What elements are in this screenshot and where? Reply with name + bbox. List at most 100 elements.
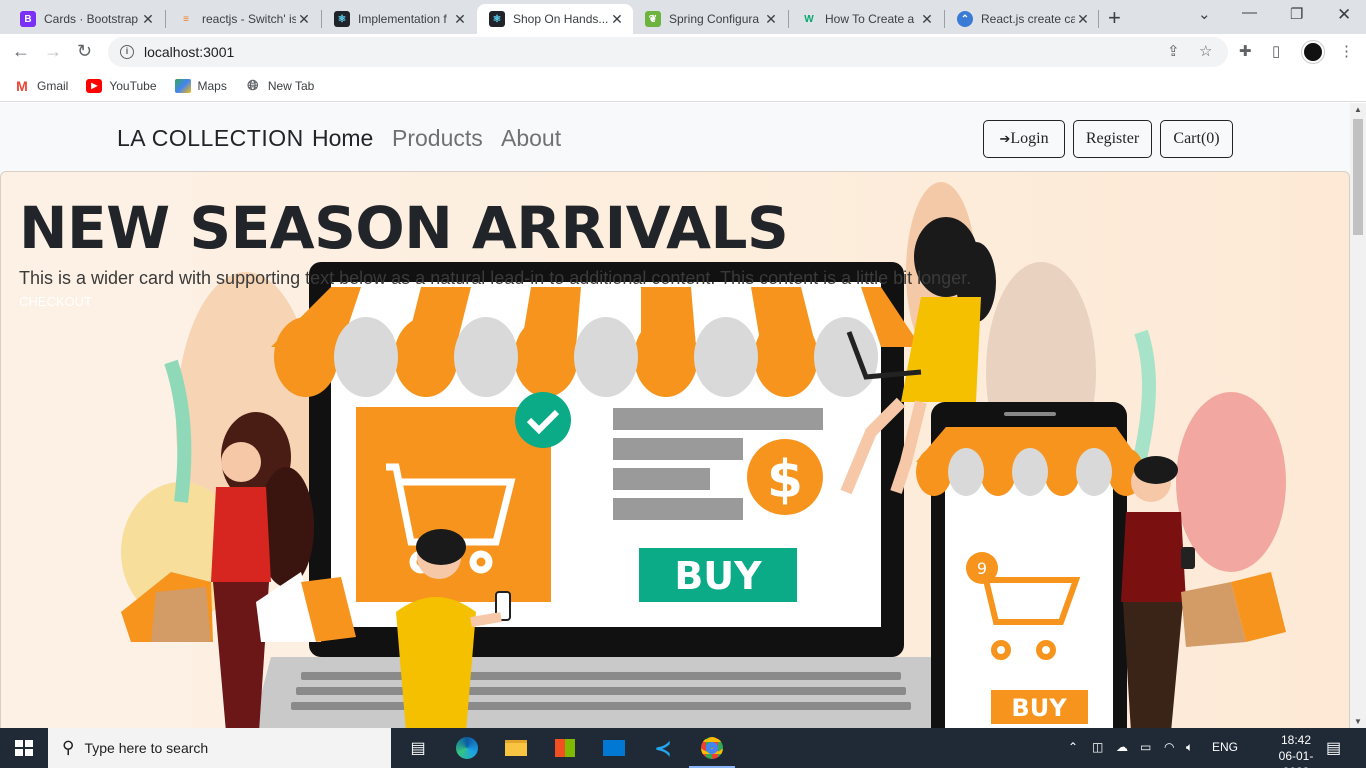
- close-icon[interactable]: ✕: [1075, 11, 1091, 28]
- restore-icon[interactable]: ❐: [1290, 5, 1303, 23]
- register-button[interactable]: Register: [1073, 120, 1152, 158]
- browser-tab[interactable]: ⌃ React.js create ca ✕: [945, 4, 1099, 34]
- search-placeholder: Type here to search: [84, 740, 209, 756]
- new-tab-button[interactable]: +: [1108, 5, 1121, 31]
- windows-taskbar: ⚲ Type here to search ▤ ≺ ⌃ ◫ ☁ ▭ ◠ 🔈︎ E…: [0, 728, 1366, 779]
- clock-time: 18:42: [1280, 733, 1312, 747]
- leaf-blob: [1176, 392, 1286, 572]
- site-navbar: LA COLLECTION Home Products About ➔ Login…: [0, 103, 1350, 171]
- windows-start-icon[interactable]: [15, 740, 33, 756]
- mui-icon: ⌃: [957, 11, 973, 27]
- site-info-icon[interactable]: i: [120, 45, 134, 59]
- bookmark-youtube[interactable]: ▶ YouTube: [86, 78, 157, 93]
- browser-toolbar: ← → ↻ i localhost:3001 ⇪ ☆ ✚ ▯ ⋮: [0, 34, 1366, 70]
- bookmark-star-icon[interactable]: ☆: [1199, 42, 1212, 60]
- notifications-icon[interactable]: ▤: [1326, 738, 1341, 758]
- profile-avatar[interactable]: [1302, 41, 1324, 63]
- cart-button[interactable]: Cart(0): [1160, 120, 1233, 158]
- extensions-icon[interactable]: ✚: [1239, 42, 1252, 60]
- bookmarks-bar: M Gmail ▶ YouTube Maps 🌐︎ New Tab: [0, 70, 1366, 102]
- site-brand[interactable]: LA COLLECTION: [117, 125, 304, 152]
- bookmark-gmail[interactable]: M Gmail: [14, 77, 69, 94]
- address-bar[interactable]: i localhost:3001: [108, 37, 1228, 67]
- onedrive-icon[interactable]: ☁: [1116, 740, 1128, 754]
- youtube-icon: ▶: [86, 78, 103, 93]
- w3-icon: W: [804, 13, 814, 25]
- react-icon: ⚛: [489, 11, 505, 27]
- minimize-icon[interactable]: —: [1242, 4, 1257, 21]
- leaf-icon: [164, 359, 192, 503]
- tab-title: Implementation f: [358, 12, 447, 26]
- wifi-icon[interactable]: ◠: [1164, 740, 1174, 754]
- task-view-icon[interactable]: ▤: [404, 734, 432, 762]
- tab-title: How To Create a: [825, 12, 915, 26]
- file-explorer-icon[interactable]: [502, 734, 530, 762]
- bookmark-maps[interactable]: Maps: [174, 78, 227, 93]
- close-icon[interactable]: ✕: [919, 11, 935, 28]
- bookmark-label: Gmail: [37, 78, 69, 93]
- page-scrollbar[interactable]: ▲ ▼: [1350, 103, 1366, 728]
- maps-icon: [174, 78, 191, 93]
- tab-search-icon[interactable]: ⌄: [1198, 5, 1211, 23]
- stackoverflow-icon: ≡: [183, 13, 189, 25]
- mail-icon[interactable]: [600, 734, 628, 762]
- tab-title: React.js create ca: [981, 12, 1075, 26]
- globe-icon: 🌐︎: [247, 77, 259, 93]
- browser-tab[interactable]: W How To Create a ✕: [789, 4, 943, 34]
- close-icon[interactable]: ✕: [452, 11, 468, 28]
- checkout-link[interactable]: CHECKOUT: [19, 294, 92, 309]
- url-text: localhost:3001: [144, 44, 235, 60]
- window-close-icon[interactable]: ✕: [1337, 5, 1351, 25]
- nav-about[interactable]: About: [501, 125, 561, 152]
- bootstrap-icon: B: [20, 11, 36, 27]
- sign-in-icon: ➔: [999, 131, 1011, 146]
- taskbar-clock[interactable]: 18:42 06-01-2023: [1266, 732, 1326, 780]
- tab-title: Spring Configura: [669, 12, 760, 26]
- nav-products[interactable]: Products: [392, 125, 483, 152]
- scroll-down-icon[interactable]: ▼: [1354, 717, 1362, 726]
- tab-title: Shop On Hands...: [513, 12, 609, 26]
- bookmark-new-tab[interactable]: 🌐︎ New Tab: [245, 77, 315, 93]
- side-panel-icon[interactable]: ▯: [1272, 42, 1280, 60]
- login-button[interactable]: ➔ Login: [983, 120, 1065, 158]
- menu-kebab-icon[interactable]: ⋮: [1339, 42, 1354, 60]
- close-icon[interactable]: ✕: [763, 11, 779, 28]
- info-bar: [613, 498, 743, 520]
- browser-tab-active[interactable]: ⚛ Shop On Hands... ✕: [477, 4, 633, 34]
- tab-title: Cards · Bootstrap: [44, 12, 139, 26]
- edge-icon[interactable]: [453, 734, 481, 762]
- battery-icon[interactable]: ▭: [1140, 740, 1151, 754]
- nav-home[interactable]: Home: [312, 125, 373, 152]
- meet-icon[interactable]: ◫: [1092, 740, 1103, 754]
- vscode-icon[interactable]: ≺: [649, 734, 677, 762]
- back-icon[interactable]: ←: [12, 41, 30, 62]
- close-icon[interactable]: ✕: [296, 11, 312, 28]
- info-bar: [613, 438, 743, 460]
- hero-title: NEW SEASON ARRIVALS: [19, 194, 789, 262]
- scrollbar-thumb[interactable]: [1353, 119, 1363, 235]
- language-indicator[interactable]: ENG: [1212, 740, 1238, 754]
- close-icon[interactable]: ✕: [609, 11, 625, 28]
- tray-chevron-icon[interactable]: ⌃: [1068, 740, 1078, 754]
- gmail-icon: M: [16, 77, 28, 94]
- browser-tab[interactable]: ⚛ Implementation f ✕: [322, 4, 476, 34]
- chrome-icon[interactable]: [689, 734, 735, 768]
- login-label: Login: [1010, 130, 1049, 147]
- browser-tab[interactable]: B Cards · Bootstrap ✕: [8, 4, 164, 34]
- share-icon[interactable]: ⇪: [1167, 42, 1180, 60]
- scroll-up-icon[interactable]: ▲: [1354, 105, 1362, 114]
- bookmark-label: New Tab: [267, 78, 315, 93]
- taskbar-search[interactable]: ⚲ Type here to search: [48, 728, 391, 768]
- volume-icon[interactable]: 🔈︎: [1186, 740, 1193, 755]
- cart-badge-text: 9: [977, 559, 987, 578]
- spring-icon: ❦: [645, 11, 661, 27]
- close-icon[interactable]: ✕: [140, 11, 156, 28]
- tab-separator: [1098, 10, 1099, 28]
- forward-icon[interactable]: →: [44, 41, 62, 62]
- browser-tab[interactable]: ❦ Spring Configura ✕: [633, 4, 787, 34]
- store-icon[interactable]: [551, 734, 579, 762]
- hero-card: $ BUY 9 BUY NEW SEASON ARRIVALS This is …: [0, 171, 1350, 728]
- reload-icon[interactable]: ↻: [77, 41, 92, 62]
- browser-tab[interactable]: ≡ reactjs - Switch' is ✕: [166, 4, 320, 34]
- tab-title: reactjs - Switch' is: [202, 12, 296, 26]
